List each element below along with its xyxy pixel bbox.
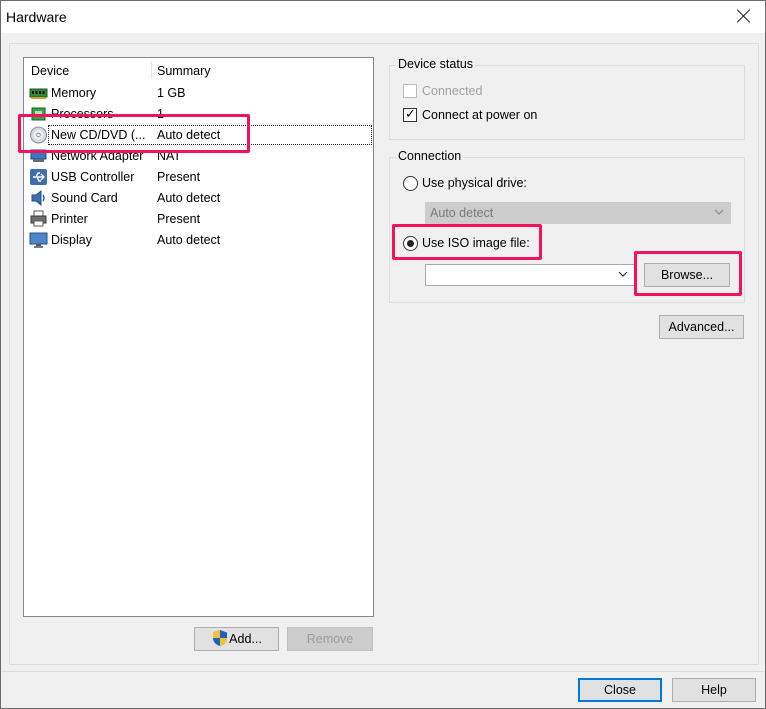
device-name: USB Controller xyxy=(51,170,135,184)
add-device-button[interactable]: Add... xyxy=(194,627,279,651)
help-button-label: Help xyxy=(701,683,727,697)
dialog-title: Hardware xyxy=(6,9,67,25)
column-header-summary[interactable]: Summary xyxy=(157,64,210,78)
display-icon xyxy=(29,232,48,248)
chevron-down-icon[interactable] xyxy=(618,268,628,280)
device-summary: Present xyxy=(157,170,201,184)
column-separator[interactable] xyxy=(151,61,152,79)
hardware-dialog: Hardware Device Summary Memory 1 GB Proc… xyxy=(0,0,766,709)
device-list[interactable]: Device Summary Memory 1 GB Processors 1 xyxy=(23,57,374,617)
close-button-label: Close xyxy=(604,683,636,697)
radio-selected-dot xyxy=(407,240,414,247)
browse-button[interactable]: Browse... xyxy=(644,263,730,287)
device-summary: Auto detect xyxy=(157,128,221,142)
remove-button-label: Remove xyxy=(306,632,354,646)
device-summary: Present xyxy=(157,212,201,226)
close-button[interactable]: Close xyxy=(578,678,662,702)
connection-label: Connection xyxy=(396,149,464,163)
device-row-display[interactable]: Display Auto detect xyxy=(26,230,373,250)
device-name: Sound Card xyxy=(51,191,118,205)
device-name: New CD/DVD (... xyxy=(51,128,146,142)
help-button[interactable]: Help xyxy=(672,678,756,702)
footer-divider xyxy=(1,671,765,672)
physical-drive-value: Auto detect xyxy=(430,206,494,220)
usb-icon xyxy=(30,169,47,185)
uac-shield-icon xyxy=(213,630,228,647)
device-row-memory[interactable]: Memory 1 GB xyxy=(26,83,373,103)
use-physical-drive-radio[interactable] xyxy=(403,176,418,191)
network-adapter-icon xyxy=(30,149,47,162)
device-name: Display xyxy=(51,233,92,247)
browse-button-label: Browse... xyxy=(660,268,714,282)
add-button-label: Add... xyxy=(229,632,262,646)
device-name: Network Adapter xyxy=(51,149,144,163)
list-header: Device Summary xyxy=(24,58,373,82)
device-summary: NAT xyxy=(157,149,182,163)
column-header-device[interactable]: Device xyxy=(31,64,69,78)
advanced-button-label: Advanced... xyxy=(668,320,735,334)
device-summary: 1 GB xyxy=(157,86,186,100)
sound-card-icon xyxy=(31,189,45,207)
printer-icon xyxy=(30,210,47,227)
physical-drive-select[interactable]: Auto detect xyxy=(425,202,731,224)
connected-checkbox[interactable] xyxy=(403,84,417,98)
device-summary: 1 xyxy=(157,107,164,121)
device-row-cd-dvd[interactable]: New CD/DVD (... Auto detect xyxy=(26,125,373,145)
remove-device-button[interactable]: Remove xyxy=(287,627,373,651)
memory-icon xyxy=(29,88,48,99)
connected-label: Connected xyxy=(422,84,483,98)
checkmark-icon: ✓ xyxy=(405,106,416,121)
device-row-usb-controller[interactable]: USB Controller Present xyxy=(26,167,373,187)
title-bar: Hardware xyxy=(1,1,765,33)
use-iso-image-label: Use ISO image file: xyxy=(422,236,530,250)
device-status-label: Device status xyxy=(396,57,476,71)
connect-at-power-on-checkbox[interactable]: ✓ xyxy=(403,106,417,122)
use-iso-image-radio[interactable] xyxy=(403,236,418,251)
processor-icon xyxy=(31,107,46,121)
cd-dvd-icon xyxy=(30,126,47,144)
use-physical-drive-label: Use physical drive: xyxy=(422,176,527,190)
device-row-printer[interactable]: Printer Present xyxy=(26,209,373,229)
device-summary: Auto detect xyxy=(157,233,221,247)
device-name: Memory xyxy=(51,86,97,100)
device-name: Processors xyxy=(51,107,114,121)
device-row-processors[interactable]: Processors 1 xyxy=(26,104,373,124)
connect-at-power-on-label: Connect at power on xyxy=(422,108,538,122)
iso-path-combobox[interactable] xyxy=(425,264,635,286)
device-summary: Auto detect xyxy=(157,191,221,205)
device-name: Printer xyxy=(51,212,88,226)
advanced-button[interactable]: Advanced... xyxy=(659,315,744,339)
chevron-down-icon xyxy=(714,209,724,215)
close-window-icon[interactable] xyxy=(735,7,753,25)
device-status-group: Device status xyxy=(389,57,745,140)
device-row-network-adapter[interactable]: Network Adapter NAT xyxy=(26,146,373,166)
device-row-sound-card[interactable]: Sound Card Auto detect xyxy=(26,188,373,208)
